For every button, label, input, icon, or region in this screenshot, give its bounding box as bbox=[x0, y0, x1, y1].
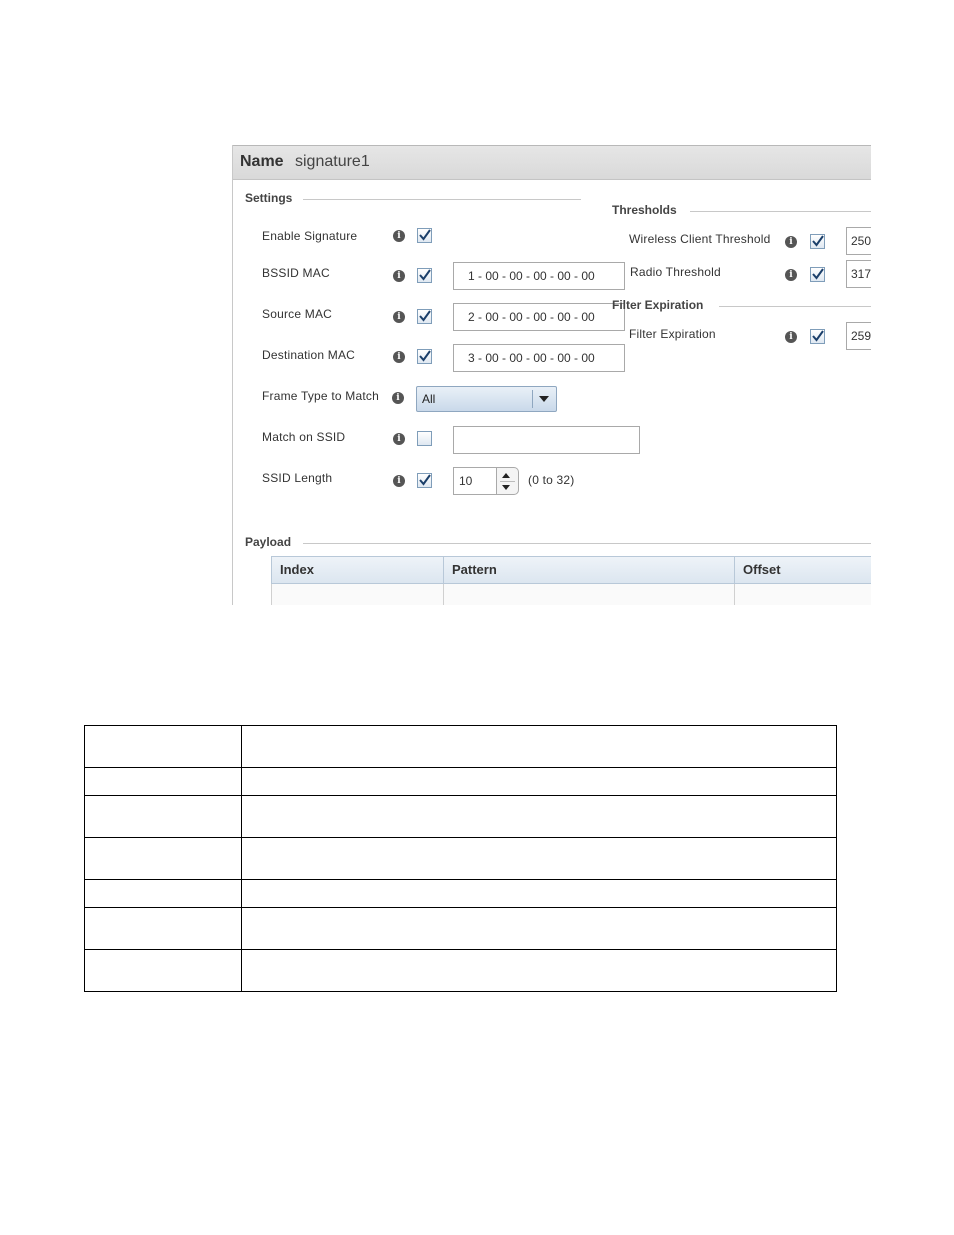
name-bar: Name signature1 bbox=[233, 145, 871, 180]
chevron-up-icon[interactable] bbox=[502, 473, 510, 478]
checkmark-icon bbox=[812, 268, 824, 280]
payload-column-index[interactable]: Index bbox=[271, 556, 444, 584]
destination-mac-label: Destination MAC bbox=[262, 348, 356, 362]
payload-column-offset[interactable]: Offset bbox=[734, 556, 871, 584]
radio-threshold-label: Radio Threshold bbox=[630, 265, 721, 279]
table-cell bbox=[84, 767, 242, 796]
info-icon[interactable]: i bbox=[393, 311, 405, 323]
frame-type-label: Frame Type to Match bbox=[262, 389, 379, 403]
info-icon[interactable]: i bbox=[392, 392, 404, 404]
bssid-mac-checkbox[interactable] bbox=[417, 268, 432, 283]
ssid-length-label: SSID Length bbox=[262, 471, 333, 485]
source-mac-input[interactable]: 2 - 00 - 00 - 00 - 00 - 00 bbox=[453, 303, 625, 331]
table-row bbox=[84, 879, 837, 908]
description-table bbox=[84, 725, 837, 992]
source-mac-label: Source MAC bbox=[262, 307, 333, 321]
checkmark-icon bbox=[419, 269, 431, 281]
info-icon[interactable]: i bbox=[393, 475, 405, 487]
table-cell bbox=[241, 795, 837, 838]
filter-expiration-label: Filter Expiration bbox=[629, 327, 716, 341]
match-ssid-label: Match on SSID bbox=[262, 430, 346, 444]
radio-threshold-checkbox[interactable] bbox=[810, 267, 825, 282]
payload-column-pattern[interactable]: Pattern bbox=[443, 556, 735, 584]
name-label: Name bbox=[240, 153, 284, 170]
table-cell bbox=[84, 725, 242, 768]
table-cell bbox=[241, 879, 837, 908]
settings-section-title: Settings bbox=[245, 191, 293, 205]
info-icon[interactable]: i bbox=[785, 236, 797, 248]
table-row bbox=[84, 949, 837, 992]
select-separator bbox=[532, 390, 533, 408]
thresholds-section-title: Thresholds bbox=[612, 203, 677, 217]
chevron-down-icon[interactable] bbox=[539, 396, 549, 402]
signature-panel: Name signature1 Settings Enable Signatur… bbox=[232, 145, 871, 605]
checkmark-icon bbox=[419, 229, 431, 241]
name-value: signature1 bbox=[295, 153, 370, 170]
table-row bbox=[84, 795, 837, 838]
wireless-client-threshold-checkbox[interactable] bbox=[810, 234, 825, 249]
table-cell bbox=[241, 949, 837, 992]
thresholds-divider bbox=[690, 211, 871, 212]
frame-type-selected: All bbox=[422, 392, 436, 406]
table-cell bbox=[84, 907, 242, 950]
filter-expiration-section-title: Filter Expiration bbox=[612, 298, 704, 312]
info-icon[interactable]: i bbox=[785, 331, 797, 343]
frame-type-select[interactable]: All bbox=[416, 386, 557, 412]
ssid-length-input[interactable]: 10 bbox=[453, 467, 497, 495]
table-row bbox=[84, 837, 837, 880]
checkmark-icon bbox=[812, 330, 824, 342]
info-icon[interactable]: i bbox=[393, 230, 405, 242]
destination-mac-input[interactable]: 3 - 00 - 00 - 00 - 00 - 00 bbox=[453, 344, 625, 372]
payload-section-title: Payload bbox=[245, 535, 292, 549]
table-cell bbox=[241, 837, 837, 880]
wireless-client-threshold-label: Wireless Client Threshold bbox=[629, 232, 771, 246]
filter-expiration-divider bbox=[719, 306, 871, 307]
ssid-length-stepper[interactable] bbox=[497, 467, 519, 495]
destination-mac-checkbox[interactable] bbox=[417, 349, 432, 364]
ssid-length-checkbox[interactable] bbox=[417, 473, 432, 488]
table-cell bbox=[241, 725, 837, 768]
table-row[interactable] bbox=[271, 584, 444, 605]
filter-expiration-input[interactable]: 259 bbox=[846, 322, 871, 350]
info-icon[interactable]: i bbox=[393, 433, 405, 445]
info-icon[interactable]: i bbox=[785, 269, 797, 281]
table-row[interactable] bbox=[443, 584, 735, 605]
enable-signature-label: Enable Signature bbox=[262, 229, 358, 243]
match-ssid-checkbox[interactable] bbox=[417, 431, 432, 446]
table-row bbox=[84, 767, 837, 796]
wireless-client-threshold-input[interactable]: 250 bbox=[846, 227, 871, 255]
table-cell bbox=[84, 837, 242, 880]
bssid-mac-label: BSSID MAC bbox=[262, 266, 330, 280]
ssid-length-range: (0 to 32) bbox=[528, 473, 575, 487]
table-cell bbox=[84, 795, 242, 838]
info-icon[interactable]: i bbox=[393, 351, 405, 363]
table-cell bbox=[241, 767, 837, 796]
table-cell bbox=[84, 949, 242, 992]
filter-expiration-checkbox[interactable] bbox=[810, 329, 825, 344]
info-icon[interactable]: i bbox=[393, 270, 405, 282]
payload-divider bbox=[303, 543, 871, 544]
bssid-mac-input[interactable]: 1 - 00 - 00 - 00 - 00 - 00 bbox=[453, 262, 625, 290]
source-mac-checkbox[interactable] bbox=[417, 309, 432, 324]
radio-threshold-input[interactable]: 317 bbox=[846, 260, 871, 288]
checkmark-icon bbox=[419, 310, 431, 322]
table-row bbox=[84, 725, 837, 768]
chevron-down-icon[interactable] bbox=[502, 485, 510, 490]
enable-signature-checkbox[interactable] bbox=[417, 228, 432, 243]
settings-divider bbox=[303, 199, 581, 200]
table-cell bbox=[241, 907, 837, 950]
table-row bbox=[84, 907, 837, 950]
checkmark-icon bbox=[812, 235, 824, 247]
table-cell bbox=[84, 879, 242, 908]
match-ssid-input[interactable] bbox=[453, 426, 640, 454]
checkmark-icon bbox=[419, 474, 431, 486]
checkmark-icon bbox=[419, 350, 431, 362]
payload-table: Index Pattern Offset bbox=[271, 556, 871, 605]
stepper-divider bbox=[500, 481, 515, 482]
table-row[interactable] bbox=[734, 584, 871, 605]
